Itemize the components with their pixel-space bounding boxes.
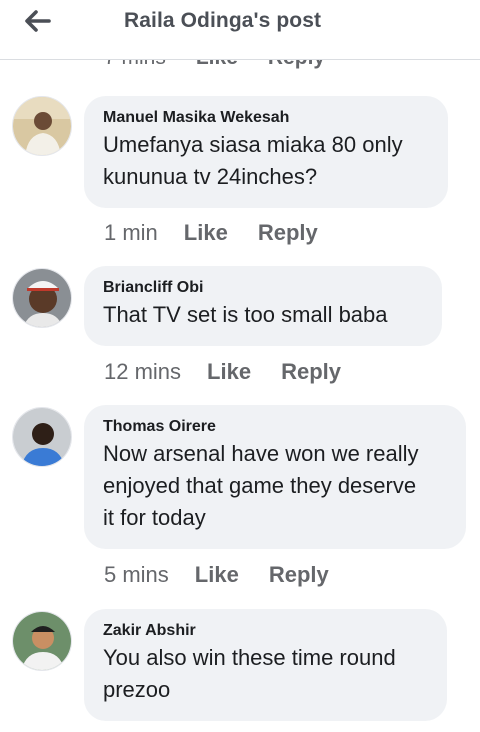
comment-text-line: You also win these time round (103, 645, 396, 670)
like-button[interactable]: Like (207, 359, 251, 385)
avatar[interactable] (12, 611, 72, 671)
page-title: Raila Odinga's post (124, 9, 322, 32)
comment-actions: 12 mins Like Reply (104, 359, 341, 385)
comment-text-line: kununua tv 24inches? (103, 164, 318, 189)
comment-author[interactable]: Zakir Abshir (103, 620, 429, 642)
comment-text-line: prezoo (103, 677, 171, 702)
comment-bubble: Briancliff Obi That TV set is too small … (84, 266, 442, 346)
arrow-left-icon (25, 10, 51, 32)
comment-time: 12 mins (104, 359, 182, 384)
comment-bubble: Manuel Masika Wekesah Umefanya siasa mia… (84, 96, 448, 208)
like-button[interactable]: Like (184, 220, 228, 246)
avatar[interactable] (12, 96, 72, 156)
comment-text-line: enjoyed that game they deserve (103, 473, 417, 498)
comment-time: 1 min (104, 220, 158, 245)
comment-bubble: Zakir Abshir You also win these time rou… (84, 609, 447, 721)
comment-text-line: Umefanya siasa miaka 80 only (103, 132, 403, 157)
reply-button[interactable]: Reply (281, 359, 341, 385)
reply-button[interactable]: Reply (269, 562, 329, 588)
comment-text-line: it for today (103, 505, 206, 530)
comment-author[interactable]: Thomas Oirere (103, 416, 448, 438)
like-button[interactable]: Like (195, 562, 239, 588)
back-button[interactable] (18, 6, 58, 36)
reply-button[interactable]: Reply (258, 220, 318, 246)
comment-text-line: That TV set is too small baba (103, 302, 388, 327)
comment-text-line: Now arsenal have won we really (103, 441, 419, 466)
comment-bubble: Thomas Oirere Now arsenal have won we re… (84, 405, 466, 549)
comment-actions: 1 min Like Reply (104, 220, 318, 246)
comment-author[interactable]: Manuel Masika Wekesah (103, 107, 430, 129)
comment-author[interactable]: Briancliff Obi (103, 277, 424, 299)
comment-time: 5 mins (104, 562, 169, 587)
comment-actions: 5 mins Like Reply (104, 562, 329, 588)
avatar[interactable] (12, 268, 72, 328)
post-header: Raila Odinga's post (0, 0, 480, 60)
avatar[interactable] (12, 407, 72, 467)
